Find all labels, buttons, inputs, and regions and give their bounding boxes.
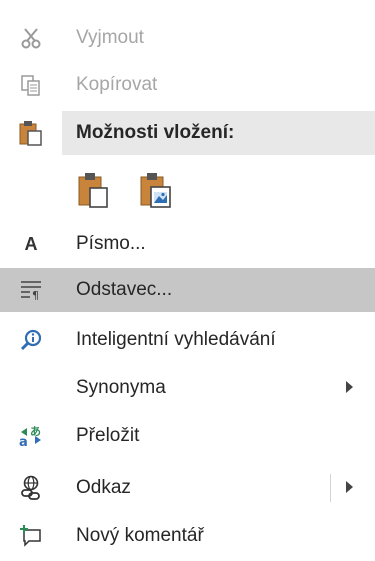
menu-item-translate[interactable]: a あ Přeložit [0,414,375,458]
paragraph-icon: ¶ [0,268,62,312]
svg-text:¶: ¶ [32,289,39,301]
font-icon: A [24,233,38,254]
paste-options-header: Možnosti vložení: [62,111,375,155]
smart-lookup-icon [0,318,62,362]
menu-item-cut: Vyjmout [0,16,375,60]
menu-item-font[interactable]: A Písmo... [0,222,375,266]
menu-item-paragraph-label: Odstavec... [76,279,173,300]
paste-picture-icon[interactable] [134,168,178,212]
menu-item-link-label: Odkaz [76,477,131,498]
context-menu: Vyjmout Kopírovat Možnosti vložení: A Pí… [0,0,375,561]
paste-keep-formatting-icon[interactable] [72,168,116,212]
split-divider [330,474,331,502]
copy-icon [0,63,62,107]
paste-options-label: Možnosti vložení: [76,122,235,143]
link-submenu-arrow-icon[interactable] [346,481,353,493]
link-icon [0,466,62,510]
menu-item-font-label: Písmo... [76,233,146,254]
menu-item-paragraph[interactable]: ¶ Odstavec... [0,268,375,312]
clipboard-icon [0,111,62,155]
menu-item-copy: Kopírovat [0,63,375,107]
svg-text:a: a [19,435,28,448]
menu-item-smart-lookup[interactable]: Inteligentní vyhledávání [0,318,375,362]
synonyms-gutter [0,366,62,410]
menu-item-smart-lookup-label: Inteligentní vyhledávání [76,329,276,350]
menu-item-synonyms[interactable]: Synonyma [0,366,375,410]
menu-item-copy-label: Kopírovat [76,74,158,95]
menu-item-link[interactable]: Odkaz [0,466,375,510]
menu-item-new-comment[interactable]: Nový komentář [0,514,375,558]
menu-item-synonyms-label: Synonyma [76,377,166,398]
svg-text:あ: あ [30,425,41,438]
scissors-icon [0,16,62,60]
new-comment-icon [0,514,62,558]
menu-item-cut-label: Vyjmout [76,27,144,48]
submenu-arrow-icon [346,381,353,393]
paste-options-buttons [62,160,178,220]
translate-icon: a あ [0,414,62,458]
menu-item-new-comment-label: Nový komentář [76,525,204,546]
menu-item-translate-label: Přeložit [76,425,140,446]
